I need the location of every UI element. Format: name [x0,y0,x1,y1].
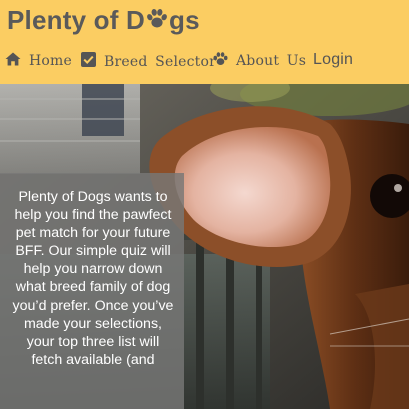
page: Plenty of D gs Home Breed Selector About… [0,0,409,409]
paw-icon [213,52,228,70]
nav-breed-selector-label: Breed Selector [104,53,216,70]
intro-panel: Plenty of Dogs wants to help you find th… [0,173,184,409]
checkbox-icon [81,52,96,71]
home-icon [5,52,21,70]
main-nav: Home Breed Selector About Us Login [0,46,409,78]
nav-home[interactable]: Home [5,52,72,70]
nav-home-label: Home [29,53,72,69]
nav-login-label: Login [313,51,354,68]
brand-name-end: gs [169,5,200,35]
site-header: Plenty of D gs Home Breed Selector About… [0,0,409,84]
nav-about-us[interactable]: About Us [213,52,306,70]
intro-text: Plenty of Dogs wants to help you find th… [12,189,174,368]
brand-name-start: Plenty of D [7,5,145,35]
nav-about-us-label: About Us [236,53,307,69]
site-logo[interactable]: Plenty of D gs [7,4,200,36]
paw-logo-icon [146,6,168,37]
nav-login[interactable]: Login [313,51,353,69]
nav-breed-selector[interactable]: Breed Selector [81,52,216,71]
